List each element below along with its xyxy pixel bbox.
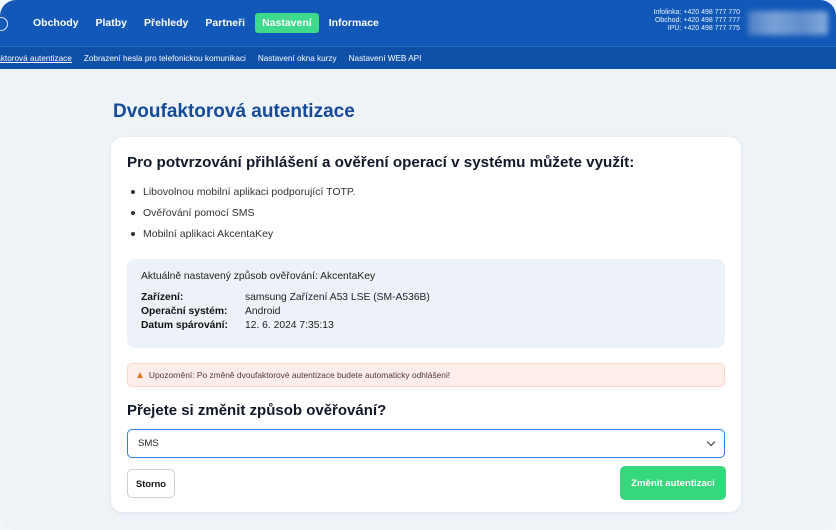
two-factor-card: Pro potvrzování přihlášení a ověření ope…	[111, 137, 741, 512]
logout-warning: ▲ Upozornění: Po změně dvoufaktorové aut…	[127, 363, 725, 387]
bullet-icon	[131, 211, 135, 215]
change-authentication-button[interactable]: Změnit autentizaci	[620, 466, 726, 500]
method-select-value: SMS	[138, 438, 159, 449]
option-label: Mobilní aplikaci AkcentaKey	[143, 228, 274, 240]
logo-icon[interactable]	[0, 17, 8, 31]
bullet-icon	[131, 190, 135, 194]
bullet-icon	[131, 232, 135, 236]
list-item: Ověřování pomocí SMS	[131, 206, 355, 227]
warning-text: Upozornění: Po změně dvoufaktorové auten…	[148, 370, 451, 380]
nav-item-partneri[interactable]: Partneři	[198, 13, 252, 33]
subnav-item-web-api[interactable]: Nastavení WEB API	[349, 54, 422, 63]
nav-item-obchody[interactable]: Obchody	[26, 13, 86, 33]
list-item: Libovolnou mobilní aplikaci podporující …	[131, 185, 355, 206]
current-method-info: Aktuálně nastavený způsob ověřování: Akc…	[127, 259, 725, 348]
nav-item-nastaveni[interactable]: Nastavení	[255, 13, 319, 33]
os-value: Android	[245, 306, 281, 317]
option-label: Libovolnou mobilní aplikaci podporující …	[143, 186, 356, 198]
contact-ipu: IPÚ: +420 498 777 775	[667, 25, 740, 33]
user-info-blurred[interactable]	[748, 11, 828, 35]
current-method-text: Aktuálně nastavený způsob ověřování: Akc…	[141, 271, 376, 282]
option-label: Ověřování pomocí SMS	[143, 207, 255, 219]
chevron-down-icon	[706, 437, 716, 447]
os-label: Operační systém:	[141, 306, 228, 317]
card-heading: Pro potvrzování přihlášení a ověření ope…	[127, 154, 635, 171]
method-select[interactable]: SMS	[127, 429, 725, 458]
main-nav: Obchody Platby Přehledy Partneři Nastave…	[26, 13, 389, 33]
pairing-date-value: 12. 6. 2024 7:35:13	[245, 320, 334, 331]
contact-info: Infolinka: +420 498 777 770 Obchod: +420…	[653, 9, 740, 34]
warning-triangle-icon: ▲	[135, 369, 145, 381]
cancel-button[interactable]: Storno	[127, 469, 175, 498]
contact-hotline: Infolinka: +420 498 777 770	[653, 9, 740, 16]
subnav-item-phone-password[interactable]: Zobrazení hesla pro telefonickou komunik…	[84, 54, 246, 63]
nav-item-platby[interactable]: Platby	[89, 13, 135, 33]
page-title: Dvoufaktorová autentizace	[113, 101, 355, 122]
top-navigation-bar: Obchody Platby Přehledy Partneři Nastave…	[0, 0, 836, 46]
pairing-date-label: Datum spárování:	[141, 320, 228, 331]
method-options-list: Libovolnou mobilní aplikaci podporující …	[131, 185, 355, 248]
device-label: Zařízení:	[141, 292, 184, 303]
device-row: Zařízení: samsung Zařízení A53 LSE (SM-A5…	[141, 292, 430, 303]
subnav-item-2fa[interactable]: faktorová autentizace	[0, 54, 72, 63]
pairing-date-row: Datum spárování: 12. 6. 2024 7:35:13	[141, 320, 334, 331]
change-method-question: Přejete si změnit způsob ověřování?	[127, 402, 387, 419]
nav-item-informace[interactable]: Informace	[322, 13, 386, 33]
app-frame: Obchody Platby Přehledy Partneři Nastave…	[0, 0, 836, 530]
list-item: Mobilní aplikaci AkcentaKey	[131, 227, 355, 248]
os-row: Operační systém: Android	[141, 306, 281, 317]
device-value: samsung Zařízení A53 LSE (SM-A536B)	[245, 292, 430, 303]
sub-navigation-bar: faktorová autentizace Zobrazení hesla pr…	[0, 46, 836, 69]
nav-item-prehledy[interactable]: Přehledy	[137, 13, 195, 33]
subnav-item-rates-window[interactable]: Nastavení okna kurzy	[258, 54, 337, 63]
